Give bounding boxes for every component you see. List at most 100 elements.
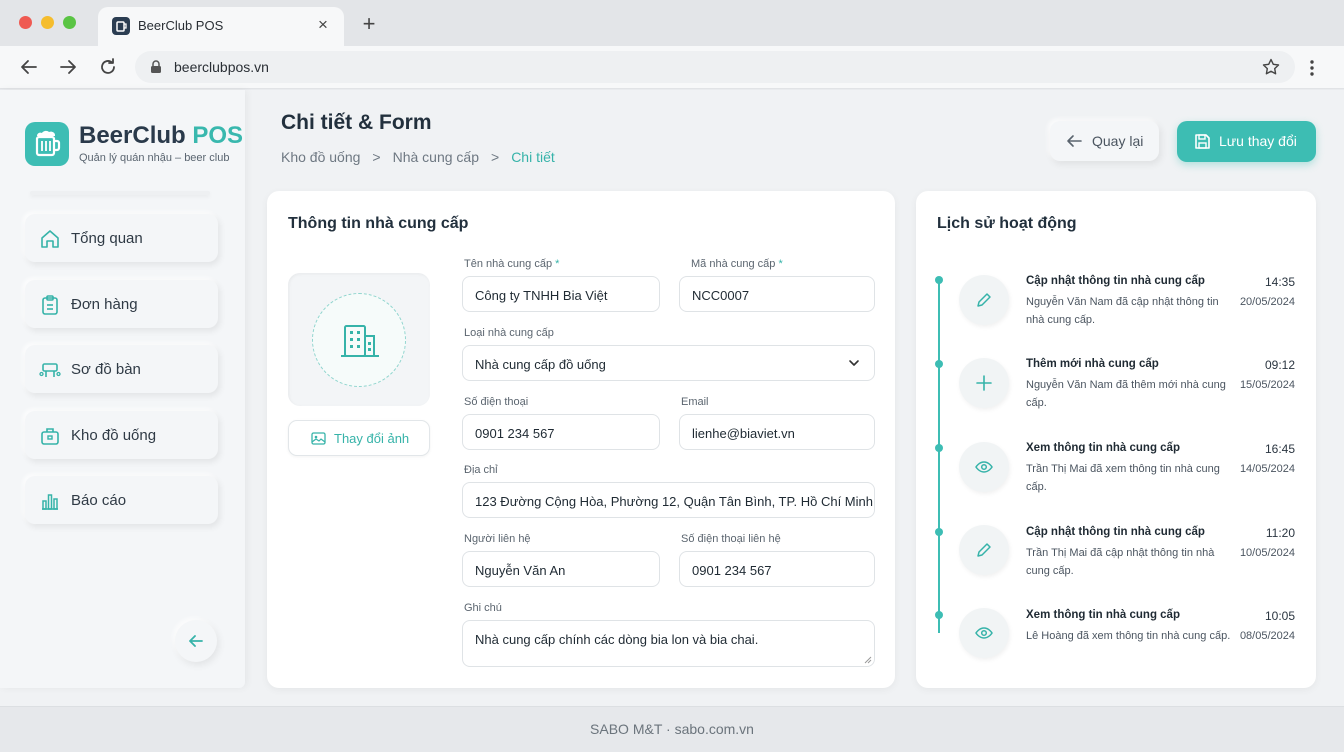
address-input[interactable]: 123 Đường Cộng Hòa, Phường 12, Quận Tân … <box>462 482 875 518</box>
supplier-image-box <box>288 273 430 406</box>
breadcrumb-item-warehouse[interactable]: Kho đồ uống <box>281 149 360 165</box>
activity-description: Trần Thị Mai đã xem thông tin nhà cung c… <box>1026 463 1220 493</box>
bookmark-star-icon[interactable] <box>1261 57 1281 77</box>
note-textarea[interactable]: Nhà cung cấp chính các dòng bia lon và b… <box>462 620 875 667</box>
supplier-info-card: Thông tin nhà cung cấp Thay đổi ảnh Tên … <box>267 191 895 688</box>
browser-menu-icon[interactable] <box>1305 58 1319 78</box>
breadcrumb-item-suppliers[interactable]: Nhà cung cấp <box>393 149 479 165</box>
pencil-icon <box>959 275 1009 325</box>
breadcrumb: Kho đồ uống > Nhà cung cấp > Chi tiết <box>281 149 555 165</box>
bar-chart-icon <box>42 494 58 510</box>
activity-title: Cập nhật thông tin nhà cung cấp <box>1026 275 1205 287</box>
sidebar-item-drink-warehouse[interactable]: Kho đồ uống <box>25 411 218 459</box>
activity-title: Xem thông tin nhà cung cấp <box>1026 442 1180 454</box>
timeline-dot <box>935 360 943 368</box>
sidebar-item-label: Đơn hàng <box>71 296 138 313</box>
url-text: beerclubpos.vn <box>174 59 269 75</box>
browser-tab[interactable]: BeerClub POS × <box>98 7 344 46</box>
note-value: Nhà cung cấp chính các dòng bia lon và b… <box>475 632 759 647</box>
home-icon <box>41 230 59 248</box>
activity-title: Thêm mới nhà cung cấp <box>1026 358 1159 370</box>
brand-name: BeerClub POS <box>79 122 244 149</box>
new-tab-icon[interactable]: + <box>358 11 380 37</box>
supplier-name-input[interactable]: Công ty TNHH Bia Việt <box>462 276 660 312</box>
activity-date: 15/05/2024 <box>1239 379 1295 391</box>
plus-icon <box>959 358 1009 408</box>
browser-tab-bar: BeerClub POS × + <box>0 0 1344 46</box>
contact-phone-label: Số điện thoại liên hệ <box>681 533 781 545</box>
save-icon <box>1195 134 1210 149</box>
timeline-line <box>938 279 940 633</box>
supplier-type-select[interactable]: Nhà cung cấp đồ uống <box>462 345 875 381</box>
url-bar[interactable]: beerclubpos.vn <box>135 51 1295 83</box>
sidebar-item-table-map[interactable]: Sơ đồ bàn <box>25 345 218 393</box>
footer: SABO M&T · sabo.com.vn <box>0 706 1344 752</box>
activity-description: Nguyễn Văn Nam đã cập nhật thông tin nhà… <box>1026 296 1219 326</box>
footer-text: SABO M&T · sabo.com.vn <box>590 721 754 737</box>
contact-person-input[interactable]: Nguyễn Văn An <box>462 551 660 587</box>
address-label: Địa chỉ <box>464 464 498 476</box>
phone-label: Số điện thoại <box>464 396 529 408</box>
close-window-button[interactable] <box>19 16 32 29</box>
activity-description: Trần Thị Mai đã cập nhật thông tin nhà c… <box>1026 547 1215 577</box>
supplier-code-label: Mã nhà cung cấp * <box>691 258 783 270</box>
supplier-type-label: Loại nhà cung cấp <box>464 327 554 339</box>
pencil-icon <box>959 525 1009 575</box>
back-button[interactable]: Quay lại <box>1050 121 1159 161</box>
supplier-code-input[interactable]: NCC0007 <box>679 276 875 312</box>
activity-time: 16:45 <box>1264 442 1295 456</box>
phone-input[interactable]: 0901 234 567 <box>462 414 660 450</box>
sidebar-item-overview[interactable]: Tổng quan <box>25 214 218 262</box>
activity-description: Nguyễn Văn Nam đã thêm mới nhà cung cấp. <box>1026 379 1226 409</box>
supplier-type-value: Nhà cung cấp đồ uống <box>475 357 606 372</box>
resize-handle-icon[interactable] <box>864 656 872 664</box>
timeline-dot <box>935 611 943 619</box>
browser-address-bar: beerclubpos.vn <box>0 46 1344 89</box>
change-image-label: Thay đổi ảnh <box>334 431 410 446</box>
note-label: Ghi chú <box>464 602 502 614</box>
favicon-icon <box>112 17 130 35</box>
back-arrow-icon[interactable] <box>18 56 40 78</box>
email-input[interactable]: lienhe@biaviet.vn <box>679 414 875 450</box>
change-image-button[interactable]: Thay đổi ảnh <box>288 420 430 456</box>
forward-arrow-icon[interactable] <box>57 56 79 78</box>
minimize-window-button[interactable] <box>41 16 54 29</box>
breadcrumb-separator-icon: > <box>491 149 500 165</box>
sidebar-item-label: Báo cáo <box>71 492 127 509</box>
activity-time: 10:05 <box>1264 609 1295 623</box>
activity-time: 14:35 <box>1264 275 1295 289</box>
eye-icon <box>959 442 1009 492</box>
sidebar-item-reports[interactable]: Báo cáo <box>25 476 218 524</box>
sidebar-divider <box>30 191 210 195</box>
tab-close-icon[interactable]: × <box>314 15 332 35</box>
breadcrumb-item-current: Chi tiết <box>511 149 555 165</box>
timeline-dot <box>935 276 943 284</box>
activity-title: Xem thông tin nhà cung cấp <box>1026 609 1180 621</box>
eye-icon <box>959 608 1009 658</box>
activity-title: Cập nhật thông tin nhà cung cấp <box>1026 526 1205 538</box>
sidebar-item-orders[interactable]: Đơn hàng <box>25 280 218 328</box>
lock-icon <box>151 60 161 73</box>
supplier-avatar <box>312 293 406 387</box>
activity-date: 10/05/2024 <box>1239 547 1295 559</box>
breadcrumb-separator-icon: > <box>372 149 381 165</box>
timeline-dot <box>935 528 943 536</box>
collapse-sidebar-button[interactable] <box>175 620 217 662</box>
email-label: Email <box>681 396 709 408</box>
contact-phone-input[interactable]: 0901 234 567 <box>679 551 875 587</box>
save-changes-button[interactable]: Lưu thay đổi <box>1177 121 1316 162</box>
activity-time: 09:12 <box>1264 358 1295 372</box>
maximize-window-button[interactable] <box>63 16 76 29</box>
brand-tagline: Quản lý quán nhậu – beer club <box>79 152 230 164</box>
activity-history-title: Lịch sử hoạt động <box>937 215 1077 232</box>
building-icon <box>341 325 379 357</box>
table-map-icon <box>39 363 61 377</box>
supplier-info-title: Thông tin nhà cung cấp <box>288 215 469 232</box>
activity-description: Lê Hoàng đã xem thông tin nhà cung cấp. <box>1026 630 1231 642</box>
save-button-label: Lưu thay đổi <box>1219 133 1297 149</box>
tab-title: BeerClub POS <box>138 18 224 33</box>
beer-mug-logo-icon <box>25 122 69 166</box>
reload-icon[interactable] <box>97 56 119 78</box>
back-button-label: Quay lại <box>1092 133 1144 149</box>
arrow-left-icon <box>189 635 203 647</box>
